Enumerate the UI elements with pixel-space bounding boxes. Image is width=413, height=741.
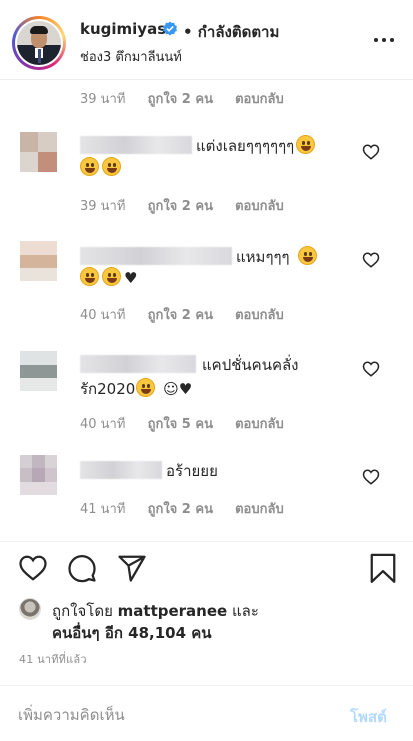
comment-time[interactable]: 41 นาที	[80, 498, 125, 519]
share-icon[interactable]	[117, 553, 147, 583]
comment-input[interactable]	[18, 704, 318, 726]
comment-likes[interactable]: ถูกใจ 2 คน	[148, 498, 213, 519]
comment-likes[interactable]: ถูกใจ 2 คน	[148, 304, 213, 325]
section-divider	[0, 541, 413, 542]
more-options-icon[interactable]	[372, 30, 396, 50]
comment-text-line2: รัก2020 ☺♥	[80, 378, 193, 398]
comment-icon[interactable]	[67, 553, 97, 583]
reply-button[interactable]: ตอบกลับ	[235, 498, 284, 519]
post-button[interactable]: โพสต์	[350, 705, 387, 729]
comment-meta: 40 นาที ถูกใจ 2 คน ตอบกลับ	[80, 304, 302, 325]
comment-meta: 39 นาที ถูกใจ 2 คน ตอบกลับ	[80, 88, 302, 109]
liked-by-user[interactable]: mattperanee	[118, 602, 228, 620]
commenter-avatar[interactable]	[20, 132, 57, 172]
add-comment-bar: โพสต์	[0, 685, 413, 741]
likes-count[interactable]: คนอื่นๆ อีก 48,104 คน	[52, 621, 212, 645]
following-status[interactable]: • กำลังติดตาม	[183, 20, 279, 44]
post-header: kugimiyas • กำลังติดตาม ช่อง3 ตึกมาลีนนท…	[0, 0, 413, 80]
reply-button[interactable]: ตอบกลับ	[235, 413, 284, 434]
heart-outline-icon[interactable]	[18, 553, 48, 583]
comment-time[interactable]: 39 นาที	[80, 88, 125, 109]
emoji	[102, 157, 121, 176]
comment-meta: 41 นาที ถูกใจ 2 คน ตอบกลับ	[80, 498, 302, 519]
liked-by-conj: และ	[232, 602, 259, 620]
bookmark-icon[interactable]	[368, 553, 398, 583]
comment-emoji-line	[80, 157, 124, 177]
comment-likes[interactable]: ถูกใจ 2 คน	[148, 88, 213, 109]
emoji	[298, 246, 318, 265]
comment-emoji-line: ♥	[80, 267, 137, 287]
comment-meta: 39 นาที ถูกใจ 2 คน ตอบกลับ	[80, 195, 302, 216]
heart-outline-icon[interactable]	[362, 360, 380, 378]
reply-button[interactable]: ตอบกลับ	[235, 304, 284, 325]
comment-likes[interactable]: ถูกใจ 2 คน	[148, 195, 213, 216]
reply-button[interactable]: ตอบกลับ	[235, 88, 284, 109]
heart-outline-icon[interactable]	[362, 468, 380, 486]
emoji	[296, 135, 316, 154]
emoji	[80, 157, 99, 176]
heart-symbol: ♥	[124, 269, 138, 287]
reply-button[interactable]: ตอบกลับ	[235, 195, 284, 216]
comment-text: แต่งเลยๆๆๆๆๆๆ	[196, 134, 318, 158]
comment-text: อร้ายยย	[166, 462, 218, 480]
post-timestamp: 41 นาทีที่แล้ว	[19, 653, 87, 666]
commenter-avatar[interactable]	[20, 351, 57, 391]
blurred-username	[80, 136, 192, 154]
blurred-username	[80, 355, 196, 373]
username[interactable]: kugimiyas	[80, 20, 166, 38]
liked-by-prefix: ถูกใจโดย	[52, 602, 113, 620]
commenter-avatar[interactable]	[20, 241, 57, 281]
emoji	[102, 267, 121, 286]
comment-time[interactable]: 39 นาที	[80, 195, 125, 216]
comment-text: แหมๆๆๆ	[236, 245, 320, 269]
blurred-username	[80, 247, 232, 265]
emoji-symbols: ☺♥	[163, 380, 193, 398]
emoji	[136, 378, 156, 397]
liked-by-avatar[interactable]	[19, 598, 41, 620]
commenter-avatar[interactable]	[20, 455, 57, 495]
liked-by-text: ถูกใจโดย mattperanee และ	[52, 599, 259, 623]
heart-outline-icon[interactable]	[362, 143, 380, 161]
comment-likes[interactable]: ถูกใจ 5 คน	[148, 413, 213, 434]
comment-text: แคปชั่นคนคลั่ง	[202, 356, 299, 374]
blurred-username	[80, 461, 162, 479]
verified-badge-icon	[163, 21, 177, 36]
emoji	[80, 267, 99, 286]
comment-meta: 40 นาที ถูกใจ 5 คน ตอบกลับ	[80, 413, 302, 434]
comment-time[interactable]: 40 นาที	[80, 304, 125, 325]
comment-time[interactable]: 40 นาที	[80, 413, 125, 434]
location-link[interactable]: ช่อง3 ตึกมาลีนนท์	[80, 46, 182, 67]
profile-avatar[interactable]	[12, 16, 66, 70]
heart-outline-icon[interactable]	[362, 251, 380, 269]
